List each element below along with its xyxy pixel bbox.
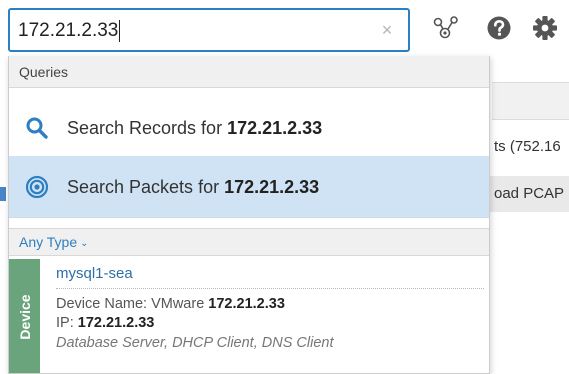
network-map-icon[interactable] bbox=[432, 14, 460, 42]
help-icon[interactable] bbox=[485, 14, 513, 42]
packets-icon bbox=[25, 175, 49, 199]
search-packets-prefix: Search Packets for bbox=[67, 177, 225, 197]
search-records-prefix: Search Records for bbox=[67, 118, 228, 138]
device-name-link[interactable]: mysql1-sea bbox=[56, 265, 133, 282]
background-download-label: oad PCAP bbox=[494, 185, 565, 202]
type-filter-bar: Any Type ⌄ bbox=[9, 228, 489, 256]
type-filter-dropdown[interactable]: Any Type ⌄ bbox=[19, 234, 89, 250]
device-roles: Database Server, DHCP Client, DNS Client bbox=[56, 335, 334, 351]
clear-search-icon[interactable]: × bbox=[378, 20, 396, 40]
device-name-detail: Device Name: VMware 172.21.2.33 bbox=[56, 296, 285, 312]
search-input[interactable]: 172.21.2.33 bbox=[18, 19, 121, 43]
ip-detail-value: 172.21.2.33 bbox=[77, 315, 155, 331]
text-caret bbox=[119, 19, 121, 42]
ip-detail: IP: 172.21.2.33 bbox=[56, 315, 154, 331]
category-tab-device: Device bbox=[9, 259, 40, 373]
search-packets-option[interactable]: Search Packets for 172.21.2.33 bbox=[9, 156, 489, 218]
card-divider bbox=[56, 288, 484, 289]
queries-section-header: Queries bbox=[9, 56, 489, 88]
search-packets-term: 172.21.2.33 bbox=[224, 177, 320, 197]
search-input-value: 172.21.2.33 bbox=[18, 20, 119, 41]
global-search-box[interactable]: 172.21.2.33 × bbox=[8, 8, 410, 52]
device-name-detail-label: Device Name: VMware bbox=[56, 296, 209, 312]
search-icon bbox=[25, 116, 49, 140]
search-suggestions-dropdown: Queries Search Records for 172.21.2.33 S… bbox=[8, 56, 490, 374]
type-filter-label: Any Type bbox=[19, 234, 78, 250]
search-records-label: Search Records for 172.21.2.33 bbox=[67, 117, 322, 139]
search-packets-label: Search Packets for 172.21.2.33 bbox=[67, 176, 319, 198]
background-records-count: ts (752.16 bbox=[494, 138, 561, 155]
device-name-detail-value: 172.21.2.33 bbox=[208, 296, 285, 312]
chevron-down-icon: ⌄ bbox=[80, 237, 89, 249]
background-selection-marker bbox=[0, 187, 6, 201]
gear-icon[interactable] bbox=[531, 14, 559, 42]
search-records-term: 172.21.2.33 bbox=[227, 118, 323, 138]
device-result-card[interactable]: Device mysql1-sea Device Name: VMware 17… bbox=[9, 259, 489, 373]
background-table-header bbox=[492, 82, 569, 120]
category-label: Device bbox=[16, 293, 33, 340]
search-records-option[interactable]: Search Records for 172.21.2.33 bbox=[9, 95, 489, 161]
ip-detail-label: IP: bbox=[56, 315, 78, 331]
